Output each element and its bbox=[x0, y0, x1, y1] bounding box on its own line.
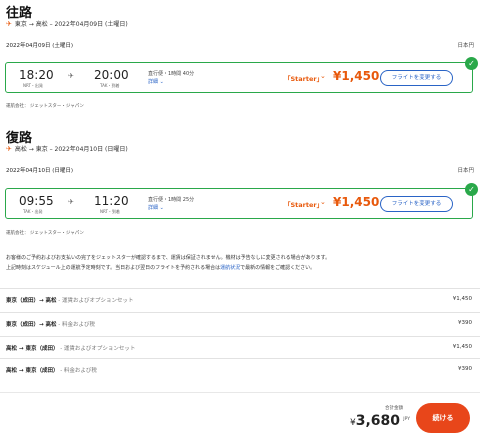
return-carrier: 運航会社： ジェットスター・ジャパン bbox=[6, 230, 84, 236]
arrive-time: 20:00 bbox=[94, 68, 129, 82]
fare-type[interactable]: 「Starter」 bbox=[284, 73, 323, 83]
chevron-down-icon[interactable]: ⌄ bbox=[320, 72, 326, 80]
row-route: 東京（成田）→ 高松 bbox=[6, 298, 57, 304]
booking-summary-page: 往路 ✈ 東京 → 高松 – 2022年04月09日 (土曜日) 2022年04… bbox=[0, 0, 480, 440]
details-link[interactable]: 詳細 ⌄ bbox=[148, 78, 164, 85]
row-description: - 料金および税 bbox=[58, 368, 97, 374]
notice-text: で最新の情報をご確認ください。 bbox=[240, 265, 316, 271]
return-route-text: 高松 → 東京 – 2022年04月10日 (日曜日) bbox=[14, 146, 128, 153]
row-amount: ¥1,450 bbox=[452, 344, 472, 350]
depart-time: 18:20 bbox=[19, 68, 54, 82]
plane-icon: ✈ bbox=[6, 19, 12, 28]
outbound-carrier: 運航会社： ジェットスター・ジャパン bbox=[6, 103, 84, 109]
fare-type[interactable]: 「Starter」 bbox=[284, 199, 323, 209]
fare-price: ¥1,450 bbox=[333, 195, 380, 209]
details-link[interactable]: 詳細 ⌄ bbox=[148, 204, 164, 211]
change-flight-button[interactable]: フライトを変更する bbox=[380, 70, 453, 86]
total-currency: JPY bbox=[403, 417, 410, 422]
check-icon: ✓ bbox=[465, 183, 478, 196]
total-price: ¥3,680 bbox=[350, 413, 400, 429]
notice-line-2: 上記時刻はスケジュール上の運航予定時刻です。当日および翌日のフライトを予約される… bbox=[6, 263, 472, 273]
outbound-route-text: 東京 → 高松 – 2022年04月09日 (土曜日) bbox=[14, 21, 128, 28]
row-route: 高松 → 東京（成田） bbox=[6, 346, 59, 352]
notice-line-1: お客様のご予約およびお支払いの完了をジェットスターが確認するまで、運賃は保証され… bbox=[6, 255, 331, 261]
flight-duration: 直行便・1時間 40分 bbox=[148, 71, 195, 77]
return-currency: 日本円 bbox=[457, 168, 474, 174]
price-row: 高松 → 東京（成田） - 料金および税 ¥390 bbox=[0, 358, 480, 380]
price-row: 東京（成田）→ 高松 - 運賃およびオプションセット ¥1,450 bbox=[0, 288, 480, 310]
row-route: 東京（成田）→ 高松 bbox=[6, 322, 57, 328]
depart-time: 09:55 bbox=[19, 194, 54, 208]
row-description: - 料金および税 bbox=[56, 322, 96, 328]
return-date: 2022年04月10日 (日曜日) bbox=[6, 168, 74, 174]
plane-icon: ✈ bbox=[6, 144, 12, 153]
row-amount: ¥390 bbox=[458, 366, 472, 372]
plane-icon: ✈ bbox=[68, 72, 74, 80]
change-flight-button[interactable]: フライトを変更する bbox=[380, 196, 453, 212]
outbound-currency: 日本円 bbox=[457, 43, 474, 49]
row-description: - 運賃およびオプションセット bbox=[56, 298, 134, 304]
check-icon: ✓ bbox=[465, 57, 478, 70]
return-route: ✈ 高松 → 東京 – 2022年04月10日 (日曜日) bbox=[6, 144, 128, 154]
plane-icon: ✈ bbox=[68, 198, 74, 206]
arrive-time: 11:20 bbox=[94, 194, 129, 208]
price-row: 高松 → 東京（成田） - 運賃およびオプションセット ¥1,450 bbox=[0, 336, 480, 358]
total-label: 合計金額 bbox=[385, 406, 403, 411]
notice-text: 上記時刻はスケジュール上の運航予定時刻です。当日および翌日のフライトを予約される… bbox=[6, 265, 221, 271]
outbound-flight-card[interactable]: ✓ 18:20 NRT・出発 ✈ 20:00 TAK・到着 直行便・1時間 40… bbox=[5, 57, 478, 93]
return-flight-card[interactable]: ✓ 09:55 TAK・出発 ✈ 11:20 NRT・到着 直行便・1時間 25… bbox=[5, 183, 478, 219]
carrier-label: 運航会社： ジェットスター・ジャパン bbox=[6, 104, 84, 109]
row-description: - 運賃およびオプションセット bbox=[58, 346, 136, 352]
chevron-down-icon[interactable]: ⌄ bbox=[320, 198, 326, 206]
price-row: 東京（成田）→ 高松 - 料金および税 ¥390 bbox=[0, 312, 480, 334]
arrive-airport: NRT・到着 bbox=[100, 209, 120, 214]
row-route: 高松 → 東京（成田） bbox=[6, 368, 59, 374]
outbound-date: 2022年04月09日 (土曜日) bbox=[6, 43, 74, 49]
continue-button[interactable]: 続ける bbox=[416, 403, 470, 433]
row-amount: ¥390 bbox=[458, 320, 472, 326]
outbound-route: ✈ 東京 → 高松 – 2022年04月09日 (土曜日) bbox=[6, 19, 128, 29]
flight-duration: 直行便・1時間 25分 bbox=[148, 197, 195, 203]
carrier-label: 運航会社： ジェットスター・ジャパン bbox=[6, 231, 84, 236]
total-amount: 3,680 bbox=[355, 413, 400, 429]
fare-notice: お客様のご予約およびお支払いの完了をジェットスターが確認するまで、運賃は保証され… bbox=[6, 253, 472, 273]
arrive-airport: TAK・到着 bbox=[100, 83, 120, 88]
fare-price: ¥1,450 bbox=[333, 69, 380, 83]
depart-airport: NRT・出発 bbox=[23, 83, 43, 88]
row-amount: ¥1,450 bbox=[452, 296, 472, 302]
flight-status-link[interactable]: 運航状況 bbox=[220, 265, 240, 271]
depart-airport: TAK・出発 bbox=[23, 209, 43, 214]
checkout-footer: 合計金額 ¥3,680 JPY 続ける bbox=[0, 392, 480, 440]
